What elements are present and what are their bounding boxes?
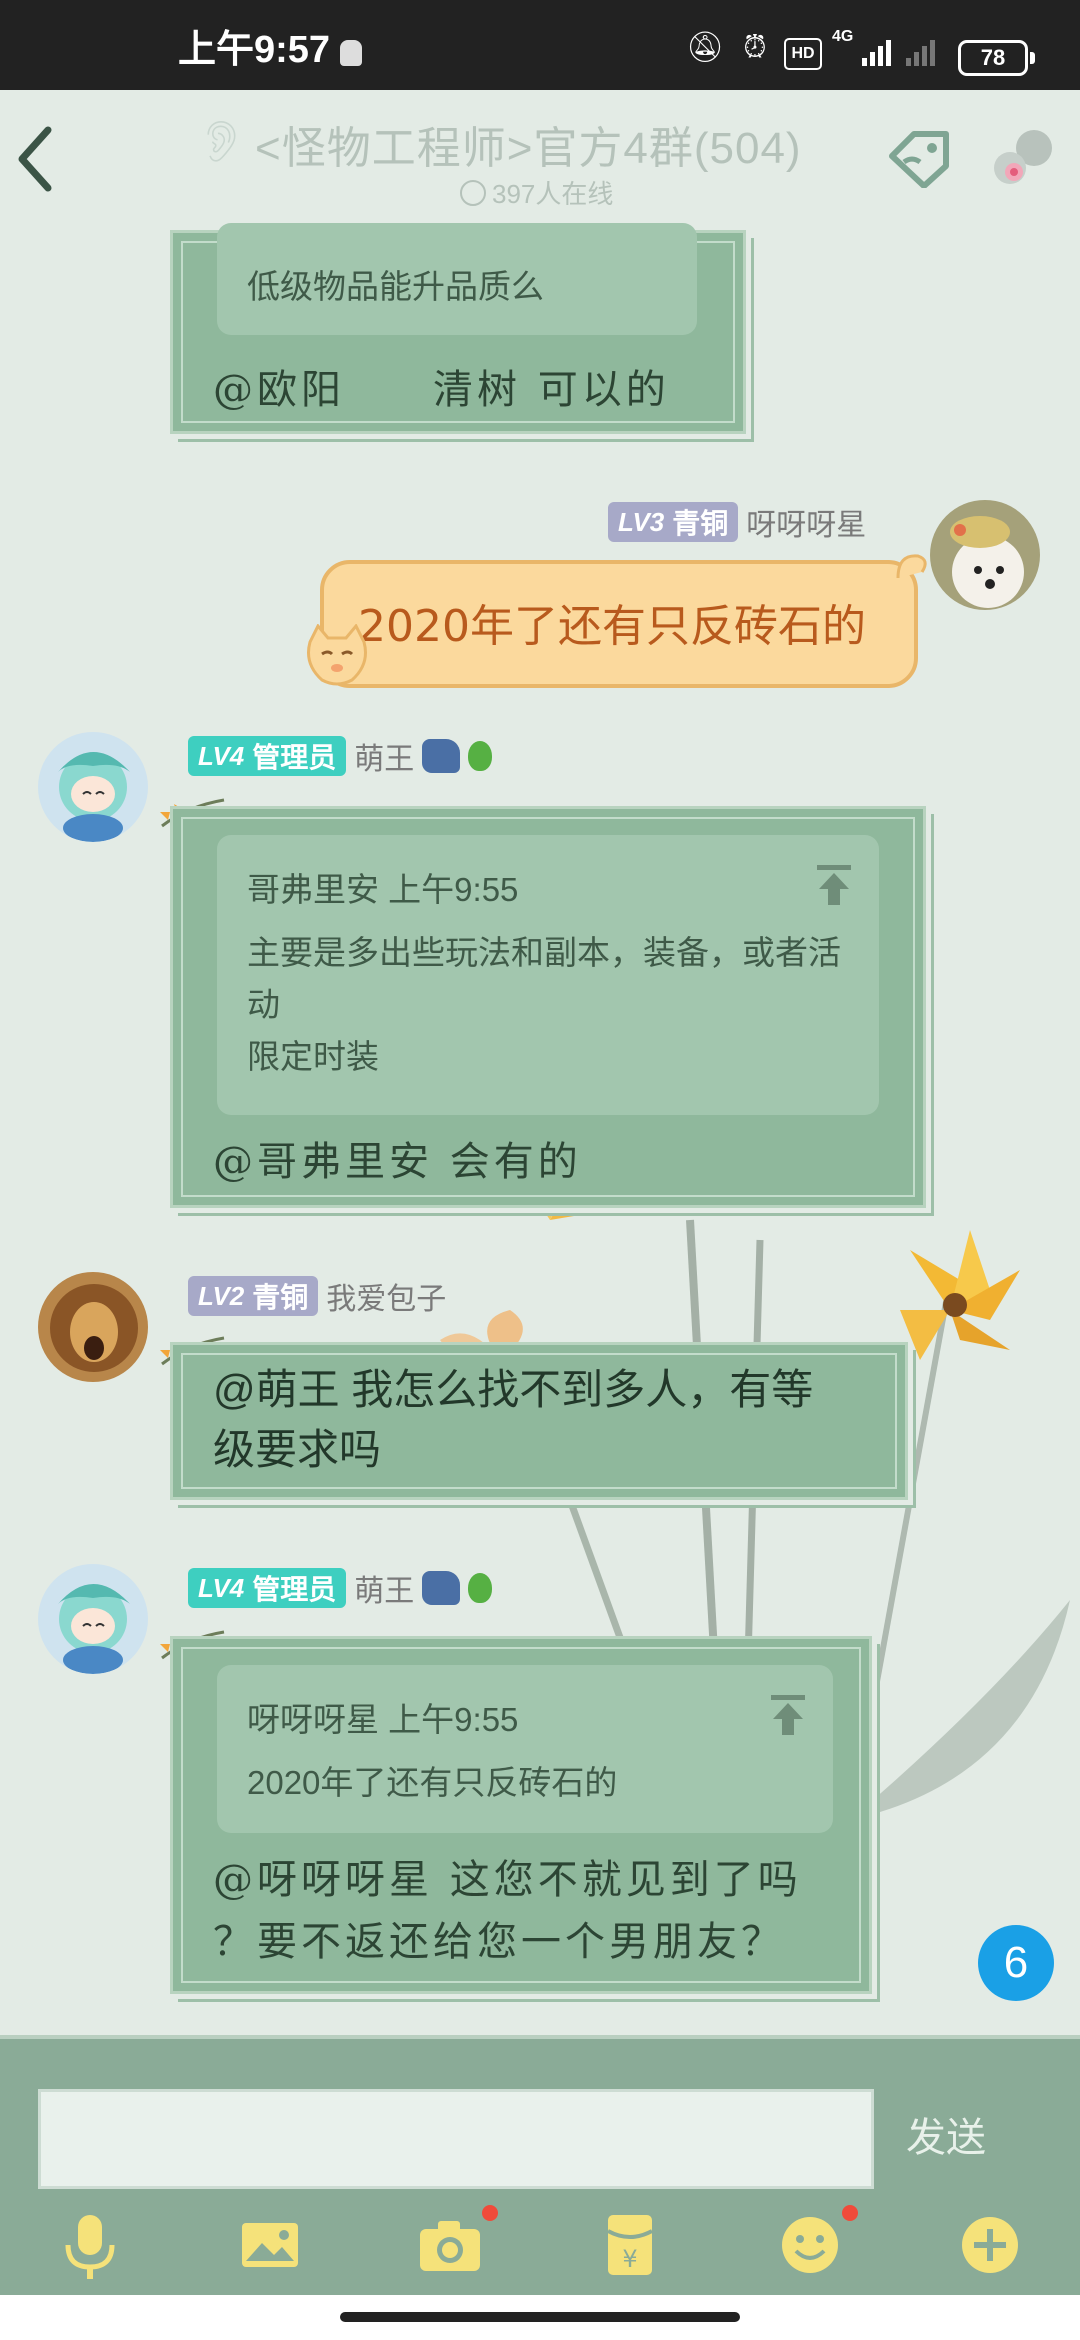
message-bubble[interactable]: 呀呀呀星 上午9:55 2020年了还有只反砖石的 @呀呀呀星 这您不就见到了吗…: [170, 1636, 872, 1994]
sender-row: LV4 管理员 萌王: [188, 1566, 493, 1610]
message-bubble[interactable]: 低级物品能升品质么 @欧阳 清树 可以的: [170, 223, 746, 434]
online-count: 397人在线: [460, 174, 613, 211]
battery-icon: 78: [958, 40, 1035, 76]
plus-icon[interactable]: [954, 2209, 1026, 2281]
sender-row: LV3 青铜 呀呀呀星: [608, 500, 866, 544]
group-title[interactable]: <怪物工程师>官方4群(504): [255, 112, 802, 176]
gourd-medal-icon: [468, 741, 493, 771]
svg-text:¥: ¥: [622, 2245, 637, 2273]
back-arrow-icon[interactable]: [14, 124, 54, 194]
status-bar: 上午9:57 🔕︎ ⏰︎ HD 4G 78: [0, 0, 1080, 90]
unread-count-badge[interactable]: 6: [978, 1925, 1054, 2001]
quoted-message: 呀呀呀星 上午9:55 2020年了还有只反砖石的: [217, 1665, 833, 1833]
group-avatar-icon[interactable]: [990, 122, 1064, 194]
message-text: 2020年了还有只反砖石的: [358, 601, 866, 652]
level-badge: LV3 青铜: [608, 502, 739, 542]
message-bubble[interactable]: 哥弗里安 上午9:55 主要是多出些玩法和副本，装备，或者活 动 限定时装 @哥…: [170, 806, 926, 1208]
signal-2-icon: [906, 40, 935, 66]
avatar[interactable]: [930, 500, 1040, 610]
emoji-notification-dot: [842, 2205, 858, 2221]
tag-icon[interactable]: [884, 126, 954, 188]
sender-name[interactable]: 萌王: [354, 734, 414, 778]
message-input[interactable]: [38, 2089, 874, 2189]
sender-name[interactable]: 呀呀呀星: [746, 500, 866, 544]
quote-body-line: 动: [247, 986, 280, 1023]
home-indicator[interactable]: [340, 2312, 740, 2322]
camera-notification-dot: [482, 2205, 498, 2221]
sender-name[interactable]: 萌王: [354, 1566, 414, 1610]
gourd-medal-icon: [468, 1573, 493, 1603]
avatar[interactable]: [38, 732, 148, 842]
quoted-message: 低级物品能升品质么: [217, 223, 697, 335]
quote-body: 低级物品能升品质么: [247, 268, 544, 305]
notification-app-icon: [340, 40, 362, 66]
quote-header: 哥弗里安 上午9:55: [247, 871, 519, 908]
reply-text: @欧阳 清树 可以的: [213, 367, 670, 413]
hd-icon: HD: [784, 38, 822, 70]
mute-bell-icon: 🔕︎: [686, 30, 725, 65]
ear-icon[interactable]: 👂︎: [196, 118, 247, 165]
admin-badge: LV4 管理员: [188, 736, 347, 776]
red-packet-icon[interactable]: ¥: [594, 2209, 666, 2281]
camera-icon[interactable]: [414, 2209, 486, 2281]
chat-bubble-self[interactable]: 2020年了还有只反砖石的: [307, 554, 927, 688]
curl-ornament-icon: [896, 554, 927, 579]
network-type: 4G: [832, 28, 854, 45]
quote-body-line: 2020年了还有只反砖石的: [247, 1764, 618, 1801]
image-icon[interactable]: [234, 2209, 306, 2281]
sender-name[interactable]: 我爱包子: [326, 1274, 446, 1318]
admin-badge: LV4 管理员: [188, 1568, 347, 1608]
message-text-line: 级要求吗: [213, 1426, 382, 1473]
signal-icon: [862, 40, 891, 66]
avatar[interactable]: [38, 1272, 148, 1382]
sender-row: LV4 管理员 萌王: [188, 734, 493, 778]
dragon-medal-icon: [422, 739, 461, 773]
alarm-icon: ⏰︎: [743, 30, 767, 65]
avatar[interactable]: [38, 1564, 148, 1674]
send-button[interactable]: 发送: [906, 2105, 986, 2163]
sender-row: LV2 青铜 我爱包子: [188, 1274, 446, 1318]
mic-icon[interactable]: [54, 2209, 126, 2281]
reply-text-line: @呀呀呀星 这您不就见到了吗: [213, 1857, 802, 1903]
reply-text-line: ？要不返还给您一个男朋友？: [213, 1919, 785, 1965]
cat-sticker-icon: [307, 624, 367, 686]
chat-header: 👂︎ <怪物工程师>官方4群(504) 397人在线: [0, 90, 1080, 230]
emoji-icon[interactable]: [774, 2209, 846, 2281]
message-text-line: @萌王 我怎么找不到多人，有等: [213, 1366, 814, 1413]
quoted-message: 哥弗里安 上午9:55 主要是多出些玩法和副本，装备，或者活 动 限定时装: [217, 835, 879, 1115]
message-bubble[interactable]: @萌王 我怎么找不到多人，有等 级要求吗: [170, 1342, 908, 1500]
dragon-medal-icon: [422, 1571, 461, 1605]
quote-body-line: 主要是多出些玩法和副本，装备，或者活: [247, 934, 841, 971]
quote-body-line: 限定时装: [247, 1038, 379, 1075]
clock-icon: [460, 180, 486, 206]
quote-header: 呀呀呀星 上午9:55: [247, 1701, 519, 1738]
level-badge: LV2 青铜: [188, 1276, 319, 1316]
input-bar: 发送 ¥: [0, 2035, 1080, 2299]
jump-to-quote-icon[interactable]: [771, 1695, 805, 1735]
reply-text: @哥弗里安 会有的: [213, 1139, 582, 1185]
clock: 上午9:57: [178, 29, 331, 71]
jump-to-quote-icon[interactable]: [817, 865, 851, 905]
